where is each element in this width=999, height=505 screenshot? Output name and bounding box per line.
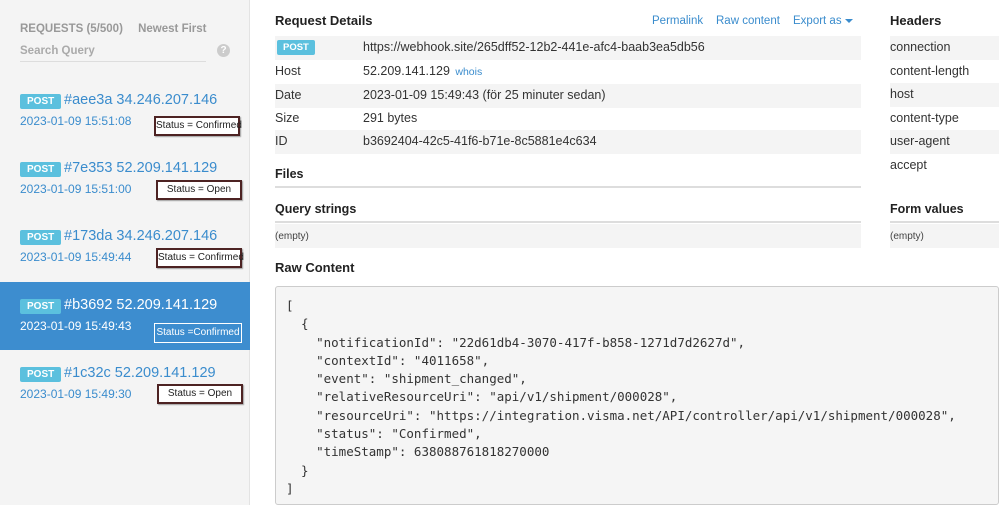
- id-value: b3692404-42c5-41f6-b71e-8c5881e4c634: [363, 134, 597, 148]
- requests-count-label: REQUESTS (5/500): [20, 23, 123, 35]
- request-url-link[interactable]: https://webhook.site/265dff52-12b2-441e-…: [363, 40, 705, 54]
- divider: [890, 221, 999, 223]
- date-value: 2023-01-09 15:49:43 (för 25 minuter seda…: [363, 88, 606, 102]
- id-row: ID b3692404-42c5-41f6-b71e-8c5881e4c634: [275, 130, 861, 154]
- request-item[interactable]: POST #7e353 52.209.141.129 2023-01-09 15…: [0, 150, 250, 218]
- headers-title: Headers: [890, 13, 942, 28]
- divider: [275, 221, 861, 223]
- method-badge: POST: [20, 367, 62, 382]
- request-item[interactable]: POST #1c32c 52.209.141.129 2023-01-09 15…: [0, 355, 250, 423]
- date-row: Date 2023-01-09 15:49:43 (för 25 minuter…: [275, 84, 861, 108]
- permalink-link[interactable]: Permalink: [652, 15, 703, 27]
- size-label: Size: [275, 111, 300, 125]
- query-strings-empty: (empty): [275, 224, 861, 248]
- method-badge: POST: [20, 162, 62, 177]
- search-input[interactable]: Search Query: [20, 41, 206, 62]
- method-badge: POST: [20, 230, 62, 245]
- host-value: 52.209.141.129 whois: [363, 64, 482, 78]
- status-annotation: Status =Confirmed: [154, 323, 242, 343]
- header-row: host: [890, 83, 999, 107]
- request-title: #173da 34.246.207.146: [64, 228, 218, 244]
- request-item[interactable]: POST #173da 34.246.207.146 2023-01-09 15…: [0, 218, 250, 286]
- request-title: #1c32c 52.209.141.129: [64, 365, 216, 381]
- status-annotation: Status = Confirmed: [154, 116, 242, 136]
- query-strings-title: Query strings: [275, 202, 357, 216]
- form-values-empty: (empty): [890, 224, 999, 248]
- date-label: Date: [275, 88, 302, 102]
- header-row: content-type: [890, 111, 959, 125]
- raw-content-code[interactable]: [ { "notificationId": "22d61db4-3070-417…: [275, 286, 999, 505]
- request-time: 2023-01-09 15:51:00: [20, 182, 132, 196]
- form-values-title: Form values: [890, 202, 964, 216]
- files-title: Files: [275, 167, 304, 181]
- host-row: Host 52.209.141.129 whois: [275, 60, 861, 84]
- request-title: #aee3a 34.246.207.146: [64, 92, 218, 108]
- method-badge: POST: [277, 40, 315, 55]
- status-annotation: Status = Open: [156, 180, 242, 200]
- export-label: Export as: [793, 15, 842, 27]
- size-value: 291 bytes: [363, 111, 418, 125]
- request-details-title: Request Details: [275, 13, 373, 28]
- method-badge: POST: [20, 94, 62, 109]
- raw-content-title: Raw Content: [275, 260, 355, 275]
- request-item-selected[interactable]: POST #b3692 52.209.141.129 2023-01-09 15…: [0, 282, 250, 350]
- id-label: ID: [275, 134, 288, 148]
- header-row: connection: [890, 36, 999, 60]
- status-annotation: Status = Confirmed: [156, 248, 244, 268]
- request-time: 2023-01-09 15:49:44: [20, 250, 132, 264]
- sidebar: REQUESTS (5/500) Newest First Search Que…: [0, 0, 250, 505]
- sidebar-header: REQUESTS (5/500) Newest First: [20, 23, 219, 35]
- header-row: user-agent: [890, 130, 999, 154]
- host-ip: 52.209.141.129: [363, 64, 450, 78]
- request-title: #7e353 52.209.141.129: [64, 160, 218, 176]
- url-row: POST https://webhook.site/265dff52-12b2-…: [275, 36, 861, 60]
- caret-down-icon: [844, 18, 853, 23]
- help-icon[interactable]: ?: [217, 44, 230, 57]
- request-time: 2023-01-09 15:49:30: [20, 387, 132, 401]
- sort-toggle[interactable]: Newest First: [138, 23, 206, 35]
- request-item[interactable]: POST #aee3a 34.246.207.146 2023-01-09 15…: [0, 82, 250, 150]
- divider: [275, 186, 861, 188]
- request-time: 2023-01-09 15:51:08: [20, 114, 132, 128]
- method-badge: POST: [20, 299, 62, 314]
- host-label: Host: [275, 64, 301, 78]
- request-title: #b3692 52.209.141.129: [64, 297, 218, 313]
- status-annotation: Status = Open: [157, 384, 243, 404]
- header-row: accept: [890, 158, 927, 172]
- request-time: 2023-01-09 15:49:43: [20, 319, 132, 333]
- export-dropdown[interactable]: Export as: [793, 15, 853, 27]
- raw-content-link[interactable]: Raw content: [716, 15, 780, 27]
- header-row: content-length: [890, 64, 970, 78]
- size-row: Size 291 bytes: [275, 107, 861, 131]
- whois-link[interactable]: whois: [455, 66, 482, 78]
